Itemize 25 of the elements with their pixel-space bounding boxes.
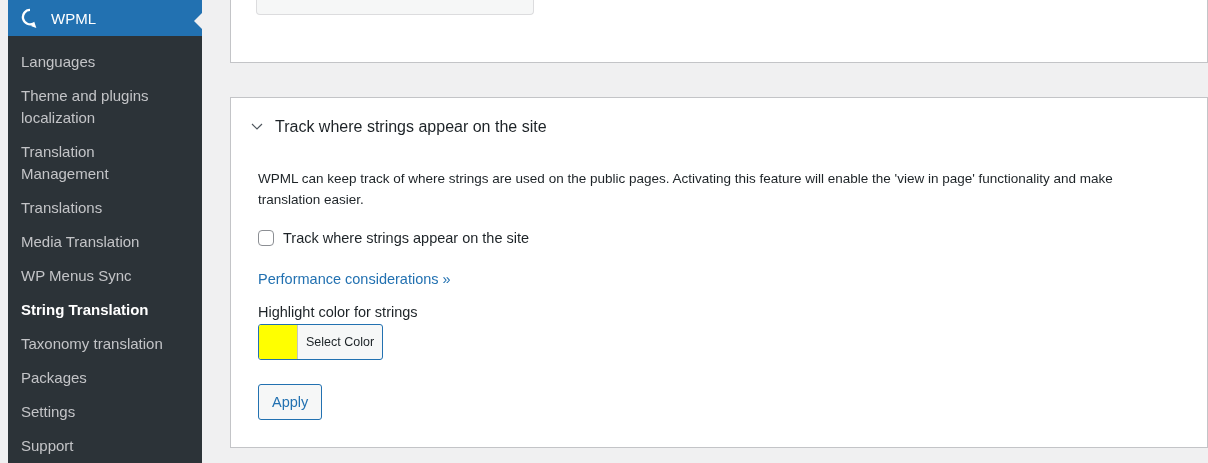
menu-header[interactable]: WPML [8, 0, 202, 36]
sidebar-item[interactable]: Languages [8, 45, 202, 79]
input-field[interactable] [256, 0, 534, 15]
sidebar-item[interactable]: Packages [8, 361, 202, 395]
sidebar-item[interactable]: WP Menus Sync [8, 259, 202, 293]
color-label: Highlight color for strings [258, 304, 419, 320]
panel-title: Track where strings appear on the site [275, 118, 547, 136]
sidebar-item[interactable]: Settings [8, 395, 202, 429]
checkbox[interactable] [258, 230, 274, 246]
chevron-icon[interactable] [251, 123, 263, 131]
description-text: WPML can keep track of where strings are used on the public pages. Activating this feature will enable the 'view in page' functionality and make translation easier. [258, 170, 1114, 209]
sidebar-item[interactable]: Theme and plugins localization [8, 79, 202, 135]
sidebar-item[interactable]: Translations [8, 191, 202, 225]
current-menu-pointer [194, 13, 202, 29]
sidebar-item[interactable]: String Translation [8, 293, 202, 327]
menu-header-label: WPML [51, 9, 96, 27]
logo-icon [21, 8, 39, 28]
sidebar-item[interactable]: Taxonomy translation [8, 327, 202, 361]
checkbox-label: Track where strings appear on the site [283, 230, 530, 246]
sidebar-item[interactable]: Support [8, 429, 202, 463]
apply-button[interactable]: Apply [258, 384, 323, 420]
sidebar-item[interactable]: Translation Management [8, 135, 202, 191]
sidebar-item[interactable]: Media Translation [8, 225, 202, 259]
color-picker-button[interactable]: Select Color [258, 324, 384, 360]
performance-link[interactable]: Performance considerations » [258, 271, 451, 287]
